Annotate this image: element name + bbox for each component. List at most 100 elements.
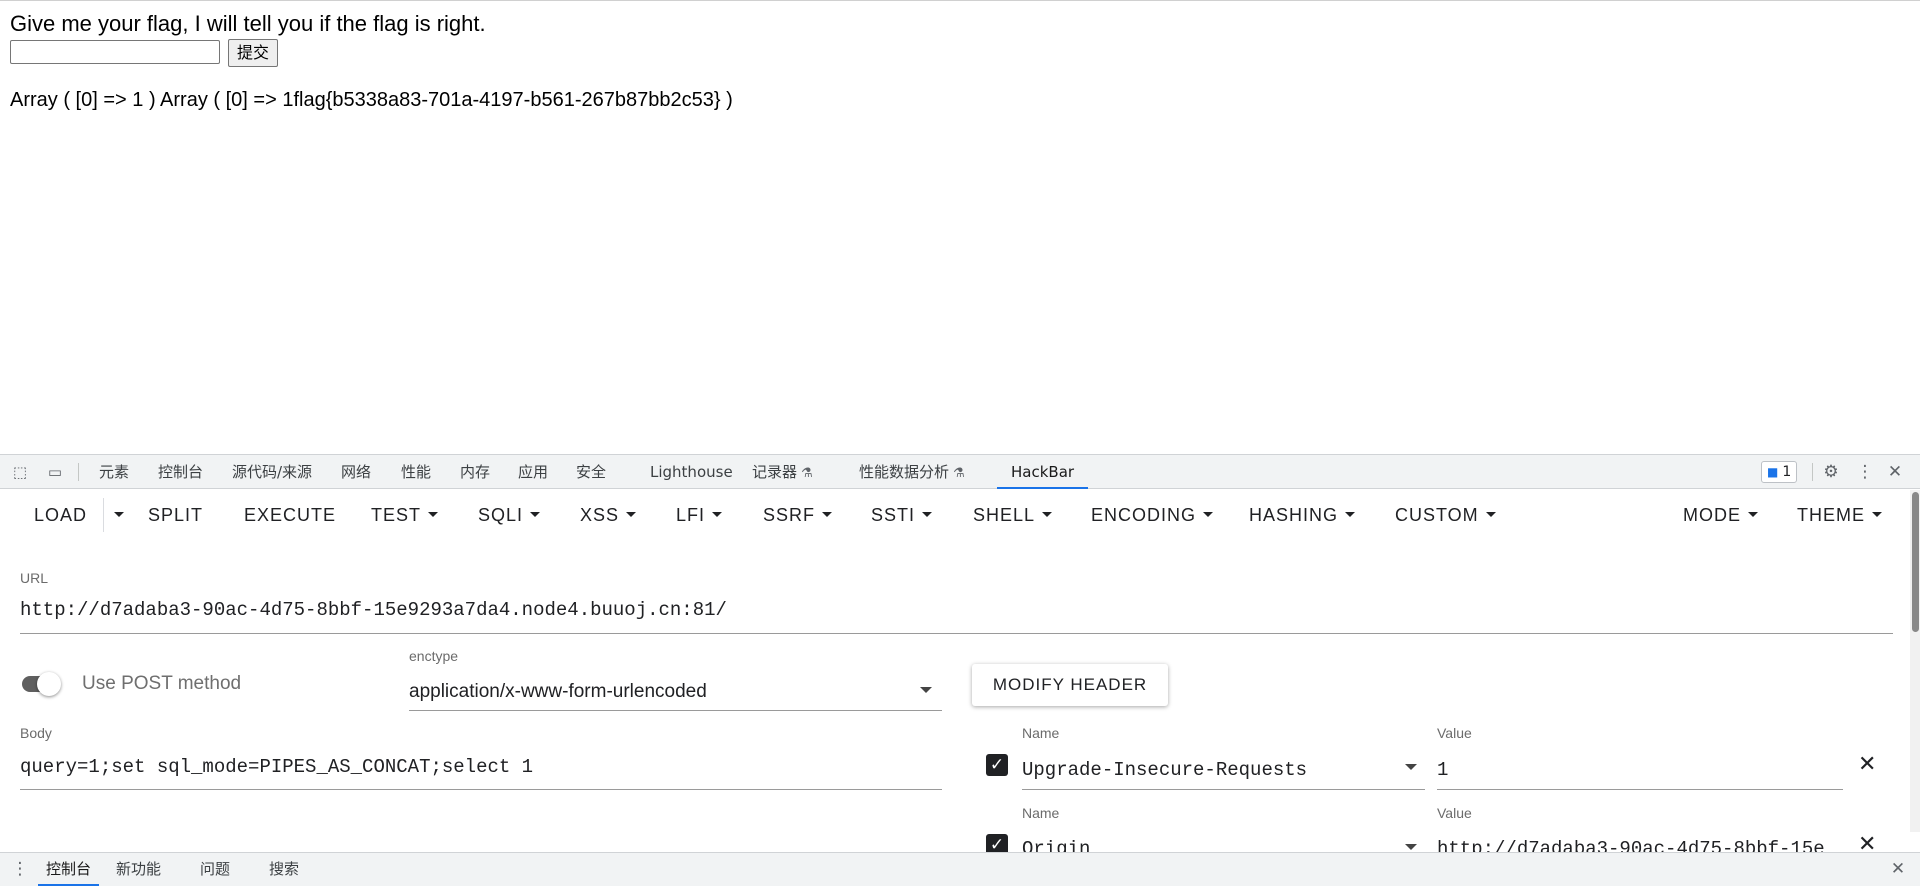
header-value-underline — [1437, 789, 1843, 790]
load-dropdown-button[interactable] — [107, 490, 124, 540]
url-label: URL — [20, 570, 49, 586]
chevron-down-icon — [1748, 511, 1758, 517]
chevron-down-icon — [114, 511, 124, 517]
ssrf-menu[interactable]: SSRF — [763, 490, 833, 540]
devtools-panel: ⬚ ▭ 元素 控制台 源代码/来源 网络 性能 内存 应用 安全 Lightho… — [0, 454, 1920, 886]
tab-lighthouse[interactable]: Lighthouse — [650, 455, 733, 489]
toolbar-divider — [78, 463, 79, 481]
load-button[interactable]: LOAD — [34, 490, 87, 540]
tab-console[interactable]: 控制台 — [158, 455, 203, 489]
ssti-menu-label: SSTI — [871, 505, 916, 525]
ssrf-menu-label: SSRF — [763, 505, 816, 525]
device-toolbar-icon[interactable]: ▭ — [45, 463, 65, 481]
header-value-label: Value — [1437, 725, 1472, 741]
sqli-menu[interactable]: SQLI — [478, 490, 541, 540]
shell-menu[interactable]: SHELL — [973, 490, 1053, 540]
tab-memory[interactable]: 内存 — [460, 455, 490, 489]
page-content: Give me your flag, I will tell you if th… — [0, 0, 1920, 454]
tab-performance[interactable]: 性能 — [401, 455, 431, 489]
console-drawer: ⋮ 控制台 新功能 问题 搜索 ✕ — [0, 852, 1920, 886]
mode-menu[interactable]: MODE — [1683, 490, 1758, 540]
chevron-down-icon — [428, 511, 439, 517]
tab-recorder[interactable]: 记录器 ⚗ — [752, 455, 813, 489]
drawer-tab-issues[interactable]: 问题 — [200, 853, 230, 886]
header-value-label: Value — [1437, 805, 1472, 821]
xss-menu[interactable]: XSS — [580, 490, 637, 540]
url-underline — [20, 633, 1893, 634]
tab-performance-insights[interactable]: 性能数据分析 ⚗ — [859, 455, 965, 489]
execute-button[interactable]: EXECUTE — [244, 490, 336, 540]
theme-menu[interactable]: THEME — [1797, 490, 1882, 540]
drawer-tab-console[interactable]: 控制台 — [38, 853, 100, 886]
chevron-down-icon[interactable] — [1405, 764, 1417, 770]
header-value-input[interactable]: http://d7adaba3-90ac-4d75-8bbf-15e — [1437, 838, 1843, 852]
drawer-tab-search[interactable]: 搜索 — [269, 853, 299, 886]
header-enabled-checkbox[interactable]: ✓ — [986, 834, 1008, 852]
drawer-menu-icon[interactable]: ⋮ — [10, 860, 30, 878]
enctype-select[interactable]: application/x-www-form-urlencoded — [409, 681, 707, 703]
issues-badge[interactable]: ■ 1 — [1761, 461, 1798, 483]
more-options-icon[interactable]: ⋮ — [1855, 463, 1875, 481]
submit-button[interactable]: 提交 — [228, 39, 279, 67]
devtools-tab-bar: ⬚ ▭ 元素 控制台 源代码/来源 网络 性能 内存 应用 安全 Lightho… — [0, 454, 1920, 489]
chevron-down-icon — [712, 511, 723, 517]
toolbar-divider — [1812, 463, 1813, 481]
chevron-down-icon[interactable] — [1405, 844, 1417, 850]
chevron-down-icon — [922, 511, 933, 517]
flag-prompt: Give me your flag, I will tell you if th… — [10, 11, 486, 36]
post-method-toggle-thumb[interactable] — [37, 672, 61, 696]
header-enabled-checkbox[interactable]: ✓ — [986, 754, 1008, 776]
body-underline — [20, 789, 942, 790]
remove-header-close-icon[interactable]: ✕ — [1858, 832, 1876, 852]
tab-recorder-label: 记录器 — [752, 463, 798, 481]
remove-header-close-icon[interactable]: ✕ — [1858, 752, 1876, 777]
header-name-input[interactable]: Upgrade-Insecure-Requests — [1022, 759, 1402, 781]
settings-gear-icon[interactable]: ⚙ — [1821, 463, 1841, 481]
body-input[interactable]: query=1;set sql_mode=PIPES_AS_CONCAT;sel… — [20, 756, 940, 778]
header-name-label: Name — [1022, 725, 1060, 741]
tab-hackbar[interactable]: HackBar — [997, 455, 1089, 489]
chevron-down-icon — [1203, 511, 1214, 517]
tab-application[interactable]: 应用 — [518, 455, 548, 489]
test-menu[interactable]: TEST — [371, 490, 439, 540]
test-menu-label: TEST — [371, 505, 422, 525]
flask-icon: ⚗ — [801, 466, 813, 481]
chevron-down-icon[interactable] — [920, 687, 932, 693]
custom-menu[interactable]: CUSTOM — [1395, 490, 1496, 540]
body-label: Body — [20, 725, 52, 741]
chevron-down-icon — [626, 511, 637, 517]
drawer-tab-whats-new[interactable]: 新功能 — [116, 853, 161, 886]
chevron-down-icon — [822, 511, 833, 517]
header-name-input[interactable]: Origin — [1022, 838, 1402, 852]
tab-performance-insights-label: 性能数据分析 — [859, 463, 950, 481]
split-button[interactable]: SPLIT — [148, 490, 203, 540]
hashing-menu[interactable]: HASHING — [1249, 490, 1356, 540]
tab-security[interactable]: 安全 — [576, 455, 606, 489]
enctype-label: enctype — [409, 648, 459, 664]
header-row-2-clip: Name Value ✓ Origin http://d7adaba3-90ac… — [0, 794, 1910, 852]
result-output: Array ( [0] => 1 ) Array ( [0] => 1flag{… — [10, 89, 733, 111]
chevron-down-icon — [1872, 511, 1882, 517]
modify-header-button[interactable]: MODIFY HEADER — [972, 664, 1168, 706]
hackbar-toolbar: LOAD SPLIT EXECUTE TEST SQLI XSS LFI SSR… — [0, 490, 1900, 540]
tab-sources[interactable]: 源代码/来源 — [232, 455, 312, 489]
flag-input[interactable] — [10, 40, 220, 64]
chevron-down-icon — [1042, 511, 1053, 517]
tab-elements[interactable]: 元素 — [99, 455, 129, 489]
ssti-menu[interactable]: SSTI — [871, 490, 933, 540]
header-value-input[interactable]: 1 — [1437, 759, 1837, 781]
issues-count: 1 — [1782, 464, 1792, 480]
encoding-menu[interactable]: ENCODING — [1091, 490, 1214, 540]
custom-menu-label: CUSTOM — [1395, 505, 1479, 525]
close-drawer-icon[interactable]: ✕ — [1888, 860, 1908, 878]
enctype-underline — [409, 710, 942, 711]
inspect-element-icon[interactable]: ⬚ — [10, 463, 30, 481]
chevron-down-icon — [530, 511, 541, 517]
sqli-menu-label: SQLI — [478, 505, 524, 525]
url-input[interactable]: http://d7adaba3-90ac-4d75-8bbf-15e9293a7… — [20, 599, 1890, 621]
theme-menu-label: THEME — [1797, 505, 1865, 525]
hackbar-scrollbar-thumb[interactable] — [1912, 492, 1919, 632]
lfi-menu[interactable]: LFI — [676, 490, 723, 540]
tab-network[interactable]: 网络 — [341, 455, 371, 489]
close-devtools-icon[interactable]: ✕ — [1885, 463, 1905, 481]
